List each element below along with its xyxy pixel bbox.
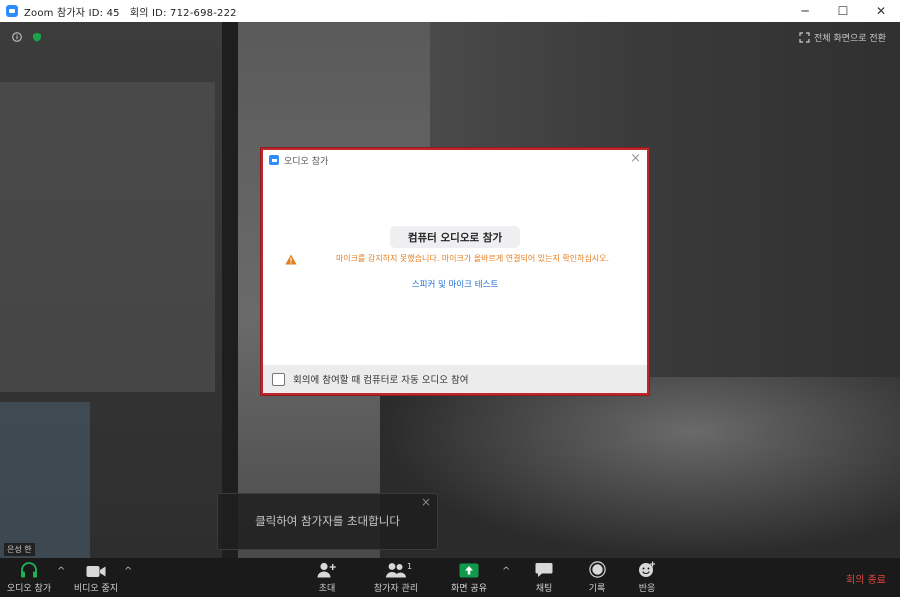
speaker-mic-test-link[interactable]: 스피커 및 마이크 테스트 <box>263 278 647 290</box>
dialog-close-button[interactable]: × <box>630 151 641 166</box>
chat-label: 채팅 <box>535 584 553 594</box>
invite-tooltip: × 클릭하여 참가자를 초대합니다 <box>217 493 438 550</box>
fullscreen-icon <box>799 32 810 43</box>
invite-tooltip-text: 클릭하여 참가자를 초대합니다 <box>255 514 400 528</box>
tooltip-close-button[interactable]: × <box>421 495 431 509</box>
participants-icon <box>386 563 406 578</box>
dialog-footer: 회의에 참여할 때 컴퓨터로 자동 오디오 참여 <box>263 365 647 393</box>
title-bar: Zoom 참가자 ID: 45 회의 ID: 712-698-222 ─ ☐ ✕ <box>0 0 900 23</box>
video-object <box>380 377 900 558</box>
chat-button[interactable]: 채팅 <box>528 558 560 597</box>
video-panel <box>0 82 215 392</box>
reactions-label: 반응 <box>638 584 656 594</box>
info-icon[interactable] <box>12 32 22 42</box>
participant-name-tag: 은성 한 <box>4 543 35 556</box>
invite-button[interactable]: 초대 <box>305 558 349 597</box>
add-user-icon <box>317 562 336 578</box>
close-window-button[interactable]: ✕ <box>862 0 900 22</box>
record-button[interactable]: 기록 <box>582 558 612 597</box>
join-audio-button[interactable]: 오디오 참가 <box>2 558 56 597</box>
window-title: Zoom 참가자 ID: 45 회의 ID: 712-698-222 <box>24 7 237 19</box>
dialog-header: 오디오 참가 × <box>263 150 647 170</box>
share-screen-icon <box>459 563 479 578</box>
share-screen-button[interactable]: 화면 공유 <box>446 558 492 597</box>
end-meeting-button[interactable]: 회의 종료 <box>846 571 886 586</box>
video-options-caret[interactable]: ^ <box>124 566 132 577</box>
meeting-toolbar: 오디오 참가 ^ 비디오 중지 ^ 초대 참가자 관리 1 화면 공유 ^ 채팅… <box>0 558 900 597</box>
chat-icon <box>535 563 553 577</box>
video-outside-view <box>0 402 90 558</box>
audio-options-caret[interactable]: ^ <box>57 566 65 577</box>
zoom-app-icon <box>269 155 279 165</box>
auto-join-label[interactable]: 회의에 참여할 때 컴퓨터로 자동 오디오 참여 <box>293 372 468 386</box>
fullscreen-button[interactable]: 전체 화면으로 전환 <box>799 31 886 44</box>
reactions-button[interactable]: 반응 <box>632 558 662 597</box>
join-audio-label: 오디오 참가 <box>6 584 52 594</box>
auto-join-checkbox[interactable] <box>272 372 285 386</box>
warning-icon <box>285 254 297 265</box>
video-window-frame <box>222 22 238 558</box>
stop-video-label: 비디오 중지 <box>73 584 119 594</box>
video-camera-icon <box>86 566 106 577</box>
maximize-button[interactable]: ☐ <box>824 0 862 22</box>
headphone-icon <box>21 562 37 578</box>
fullscreen-label: 전체 화면으로 전환 <box>814 34 886 44</box>
manage-participants-button[interactable]: 참가자 관리 <box>368 558 424 597</box>
invite-label: 초대 <box>318 584 336 594</box>
share-screen-label: 화면 공유 <box>451 584 487 594</box>
zoom-app-icon <box>6 5 18 17</box>
emoji-add-icon <box>639 561 656 577</box>
participants-count-badge: 1 <box>407 562 413 571</box>
minimize-button[interactable]: ─ <box>786 0 824 22</box>
share-options-caret[interactable]: ^ <box>502 566 510 577</box>
join-audio-dialog: 오디오 참가 × 컴퓨터 오디오로 참가 마이크를 감지하지 못했습니다. 마이… <box>261 148 649 395</box>
stop-video-button[interactable]: 비디오 중지 <box>70 558 122 597</box>
record-icon <box>588 561 606 578</box>
dialog-title: 오디오 참가 <box>284 156 329 167</box>
join-computer-audio-button[interactable]: 컴퓨터 오디오로 참가 <box>390 226 520 248</box>
warning-text: 마이크를 감지하지 못했습니다. 마이크가 올바르게 연결되어 있는지 확인하십… <box>335 254 610 263</box>
meeting-info-group <box>12 32 42 42</box>
shield-icon[interactable] <box>32 32 42 42</box>
manage-participants-label: 참가자 관리 <box>373 584 419 594</box>
record-label: 기록 <box>588 584 606 594</box>
